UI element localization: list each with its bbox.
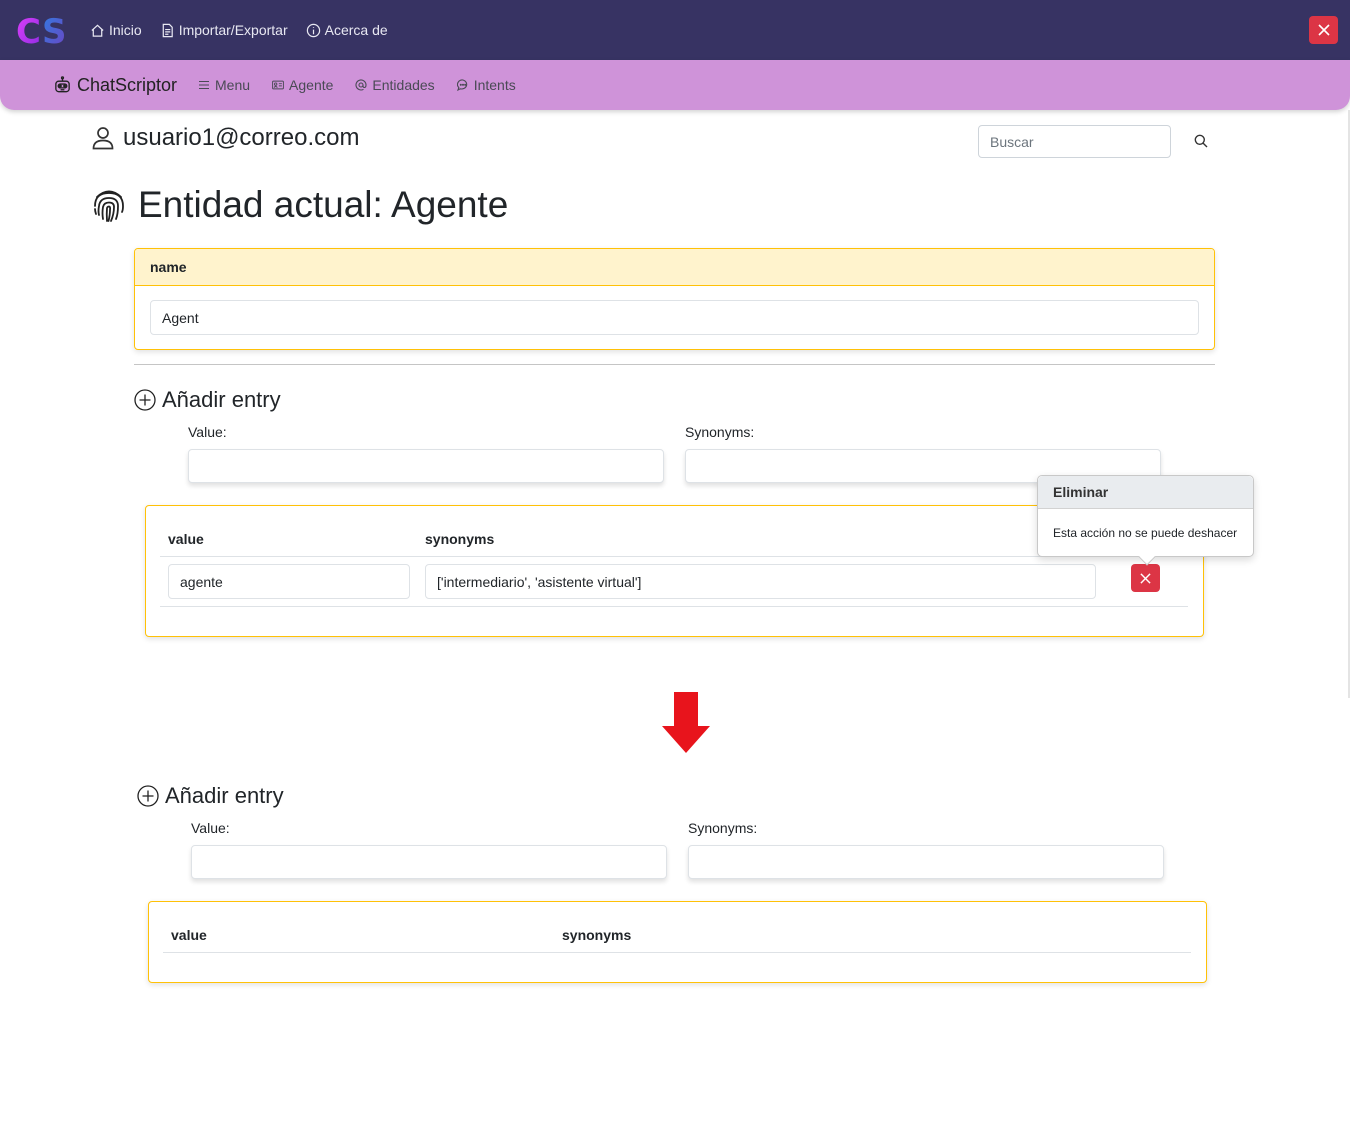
value-label: Value: [188,424,227,440]
page-title: Entidad actual: Agente [92,184,508,226]
search-icon [1194,134,1208,148]
plus-circle-icon [137,785,159,807]
column-header-synonyms: synonyms [425,531,495,547]
plus-circle-icon [134,389,156,411]
entries-table-empty [148,901,1207,983]
user-info: usuario1@correo.com [92,124,359,152]
table-header-divider [160,556,1188,557]
search-input[interactable] [978,125,1171,158]
add-entry-heading-after[interactable]: Añadir entry [137,783,284,809]
column-header-value: value [168,531,204,547]
nav-inicio[interactable]: Inicio [90,22,142,38]
name-card-header: name [135,249,1214,286]
list-icon [199,80,209,90]
nav-importar-exportar-label: Importar/Exportar [178,22,288,38]
row-synonyms-input[interactable] [425,564,1096,599]
brand-link[interactable]: ChatScriptor [53,60,177,110]
name-input[interactable] [150,300,1199,335]
house-icon [91,24,104,37]
synonyms-label: Synonyms: [685,424,755,440]
synonyms-input[interactable] [688,845,1164,879]
name-card: name [134,248,1215,350]
person-icon [92,127,114,150]
nav-acerca-de-label: Acerca de [324,22,388,38]
value-input[interactable] [191,845,667,879]
nav-importar-exportar[interactable]: Importar/Exportar [160,22,288,38]
close-icon [1140,572,1151,584]
secondary-navbar: ChatScriptor Menu Agente Entidades Inten… [0,60,1350,110]
column-header-synonyms: synonyms [562,927,632,943]
nav-menu[interactable]: Menu [198,77,250,93]
nav-menu-label: Menu [215,77,251,93]
at-icon [355,79,367,91]
nav-intents-label: Intents [473,77,516,93]
table-row-divider [160,606,1188,607]
nav-agente-label: Agente [289,77,334,93]
arrow-down-icon [662,692,710,753]
divider [134,364,1215,365]
app-logo[interactable]: C S [16,10,78,52]
fingerprint-icon [94,190,124,222]
svg-text:C: C [16,12,41,52]
nav-acerca-de[interactable]: Acerca de [306,22,388,38]
page-title-text: Entidad actual: Agente [138,184,509,225]
info-circle-icon [306,23,320,37]
nav-intents[interactable]: Intents [456,77,516,93]
row-value-input[interactable] [168,564,410,599]
nav-agente[interactable]: Agente [272,77,333,93]
delete-entry-button[interactable] [1131,564,1160,592]
value-input[interactable] [188,449,664,483]
add-entry-label: Añadir entry [165,783,284,808]
robot-icon [55,75,70,92]
search-button[interactable] [1191,131,1211,151]
nav-inicio-label: Inicio [109,22,142,38]
value-label: Value: [191,820,230,836]
add-entry-heading[interactable]: Añadir entry [134,387,281,413]
close-icon [1317,24,1330,36]
user-email: usuario1@correo.com [123,124,360,151]
nav-entidades-label: Entidades [372,77,435,93]
add-entry-label: Añadir entry [162,387,281,412]
table-header-divider [163,952,1191,953]
synonyms-label: Synonyms: [688,820,758,836]
popover-title: Eliminar [1038,476,1253,509]
svg-text:S: S [42,12,67,52]
confirm-popover: Eliminar Esta acción no se puede deshace… [1037,475,1254,566]
chat-dots-icon [456,79,467,91]
close-button[interactable] [1309,16,1338,44]
person-card-icon [272,80,284,90]
column-header-value: value [171,927,207,943]
file-icon [162,23,173,37]
nav-entidades[interactable]: Entidades [355,77,435,93]
top-navbar: C S Inicio Importar/Exportar Acerca de [0,0,1350,60]
brand-label: ChatScriptor [77,74,178,95]
